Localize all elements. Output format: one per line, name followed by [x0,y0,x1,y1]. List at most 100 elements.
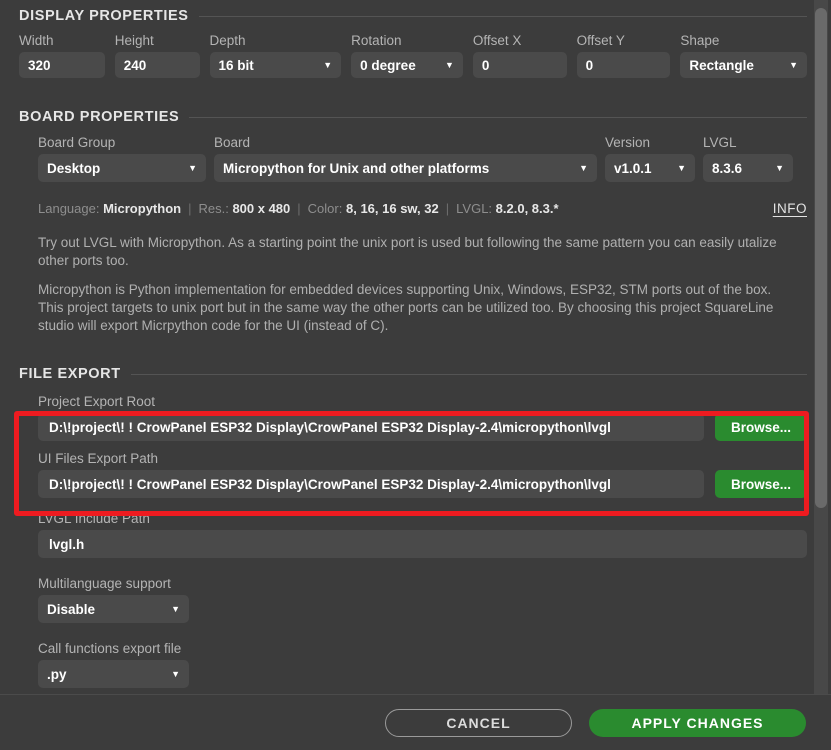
display-properties-header: DISPLAY PROPERTIES [0,8,831,24]
info-separator: | [297,201,300,216]
lvgl-version-value: 8.3.6 [712,161,742,176]
field-rotation-label: Rotation [351,33,463,48]
board-dropdown[interactable]: Micropython for Unix and other platforms… [214,154,597,182]
ui-files-export-path-input[interactable]: D:\!project\! ! CrowPanel ESP32 Display\… [38,470,704,498]
board-fields-row: Board Group Desktop ▼ Board Micropython … [38,135,807,182]
field-board-label: Board [214,135,597,150]
field-board: Board Micropython for Unix and other pla… [214,135,597,182]
project-export-root-row: D:\!project\! ! CrowPanel ESP32 Display\… [19,413,807,441]
ui-files-export-path-label: UI Files Export Path [19,451,807,466]
board-settings-dialog: DISPLAY PROPERTIES Width 320 Height 240 … [0,0,831,750]
depth-value: 16 bit [219,58,254,73]
field-board-group: Board Group Desktop ▼ [38,135,206,182]
call-functions-export-file-dropdown[interactable]: .py ▼ [38,660,189,688]
display-properties-panel: Width 320 Height 240 Depth 16 bit ▼ Rota… [0,33,831,78]
multilanguage-support-dropdown[interactable]: Disable ▼ [38,595,189,623]
field-offset-y: Offset Y 0 [577,33,671,78]
version-value: v1.0.1 [614,161,652,176]
info-link[interactable]: INFO [773,201,807,216]
board-info-line: Language: Micropython | Res.: 800 x 480 … [0,201,831,216]
info-language-value: Micropython [103,201,181,216]
apply-changes-button[interactable]: APPLY CHANGES [589,709,806,737]
lvgl-version-dropdown[interactable]: 8.3.6 ▼ [703,154,793,182]
info-separator: | [188,201,191,216]
field-offset-x: Offset X 0 [473,33,567,78]
height-input[interactable]: 240 [115,52,200,78]
display-properties-title: DISPLAY PROPERTIES [19,8,189,24]
chevron-down-icon: ▼ [323,61,332,70]
info-color-value: 8, 16, 16 sw, 32 [346,201,439,216]
project-export-root-browse-button[interactable]: Browse... [715,413,807,441]
ui-files-export-path-row: D:\!project\! ! CrowPanel ESP32 Display\… [19,470,807,498]
field-width-label: Width [19,33,105,48]
width-input[interactable]: 320 [19,52,105,78]
board-description-paragraph: Micropython is Python implementation for… [38,281,789,335]
field-shape: Shape Rectangle ▼ [680,33,807,78]
board-group-dropdown[interactable]: Desktop ▼ [38,154,206,182]
chevron-down-icon: ▼ [775,164,784,173]
field-version: Version v1.0.1 ▼ [605,135,695,182]
field-lvgl-include-path: LVGL Include Path lvgl.h [0,511,831,558]
project-export-root-input[interactable]: D:\!project\! ! CrowPanel ESP32 Display\… [38,413,704,441]
shape-value: Rectangle [689,58,754,73]
field-height: Height 240 [115,33,200,78]
info-lvgl-value: 8.2.0, 8.3.* [496,201,559,216]
board-description: Try out LVGL with Micropython. As a star… [0,234,831,335]
field-rotation: Rotation 0 degree ▼ [351,33,463,78]
board-group-value: Desktop [47,161,100,176]
settings-scroll-area[interactable]: DISPLAY PROPERTIES Width 320 Height 240 … [0,0,831,694]
chevron-down-icon: ▼ [171,670,180,679]
call-functions-export-file-label: Call functions export file [19,641,807,656]
info-color-key: Color: [308,201,343,216]
field-lvgl-version: LVGL 8.3.6 ▼ [703,135,793,182]
info-lvgl-key: LVGL: [456,201,492,216]
rotation-value: 0 degree [360,58,416,73]
file-export-title: FILE EXPORT [19,366,121,382]
ui-files-export-path-browse-button[interactable]: Browse... [715,470,807,498]
version-dropdown[interactable]: v1.0.1 ▼ [605,154,695,182]
field-project-export-root: Project Export Root D:\!project\! ! Crow… [0,394,831,441]
field-depth-label: Depth [210,33,342,48]
field-multilanguage-support: Multilanguage support Disable ▼ [0,576,831,623]
board-properties-header: BOARD PROPERTIES [0,109,831,125]
chevron-down-icon: ▼ [188,164,197,173]
depth-dropdown[interactable]: 16 bit ▼ [210,52,342,78]
chevron-down-icon: ▼ [677,164,686,173]
board-properties-panel: Board Group Desktop ▼ Board Micropython … [0,135,831,182]
info-res-key: Res.: [198,201,228,216]
offset-x-input[interactable]: 0 [473,52,567,78]
field-width: Width 320 [19,33,105,78]
call-functions-export-file-value: .py [47,667,67,682]
field-shape-label: Shape [680,33,807,48]
chevron-down-icon: ▼ [789,61,798,70]
shape-dropdown[interactable]: Rectangle ▼ [680,52,807,78]
offset-y-input[interactable]: 0 [577,52,671,78]
chevron-down-icon: ▼ [445,61,454,70]
lvgl-include-path-label: LVGL Include Path [19,511,807,526]
header-rule [131,374,807,375]
multilanguage-support-value: Disable [47,602,95,617]
multilanguage-support-label: Multilanguage support [19,576,807,591]
chevron-down-icon: ▼ [579,164,588,173]
board-description-paragraph: Try out LVGL with Micropython. As a star… [38,234,789,270]
field-lvgl-version-label: LVGL [703,135,793,150]
field-offset-y-label: Offset Y [577,33,671,48]
rotation-dropdown[interactable]: 0 degree ▼ [351,52,463,78]
call-functions-export-file-row: .py ▼ [19,660,807,688]
dialog-footer: CANCEL APPLY CHANGES [0,694,831,750]
field-depth: Depth 16 bit ▼ [210,33,342,78]
cancel-button[interactable]: CANCEL [385,709,572,737]
board-value: Micropython for Unix and other platforms [223,161,489,176]
info-language-key: Language: [38,201,99,216]
info-separator: | [446,201,449,216]
header-rule [189,117,807,118]
chevron-down-icon: ▼ [171,605,180,614]
display-fields-row: Width 320 Height 240 Depth 16 bit ▼ Rota… [19,33,807,78]
vertical-scrollbar[interactable] [814,0,828,694]
lvgl-include-path-input[interactable]: lvgl.h [38,530,807,558]
field-ui-files-export-path: UI Files Export Path D:\!project\! ! Cro… [0,451,831,498]
file-export-header: FILE EXPORT [0,366,831,382]
project-export-root-label: Project Export Root [19,394,807,409]
field-call-functions-export-file: Call functions export file .py ▼ [0,641,831,688]
scrollbar-thumb[interactable] [815,8,827,508]
